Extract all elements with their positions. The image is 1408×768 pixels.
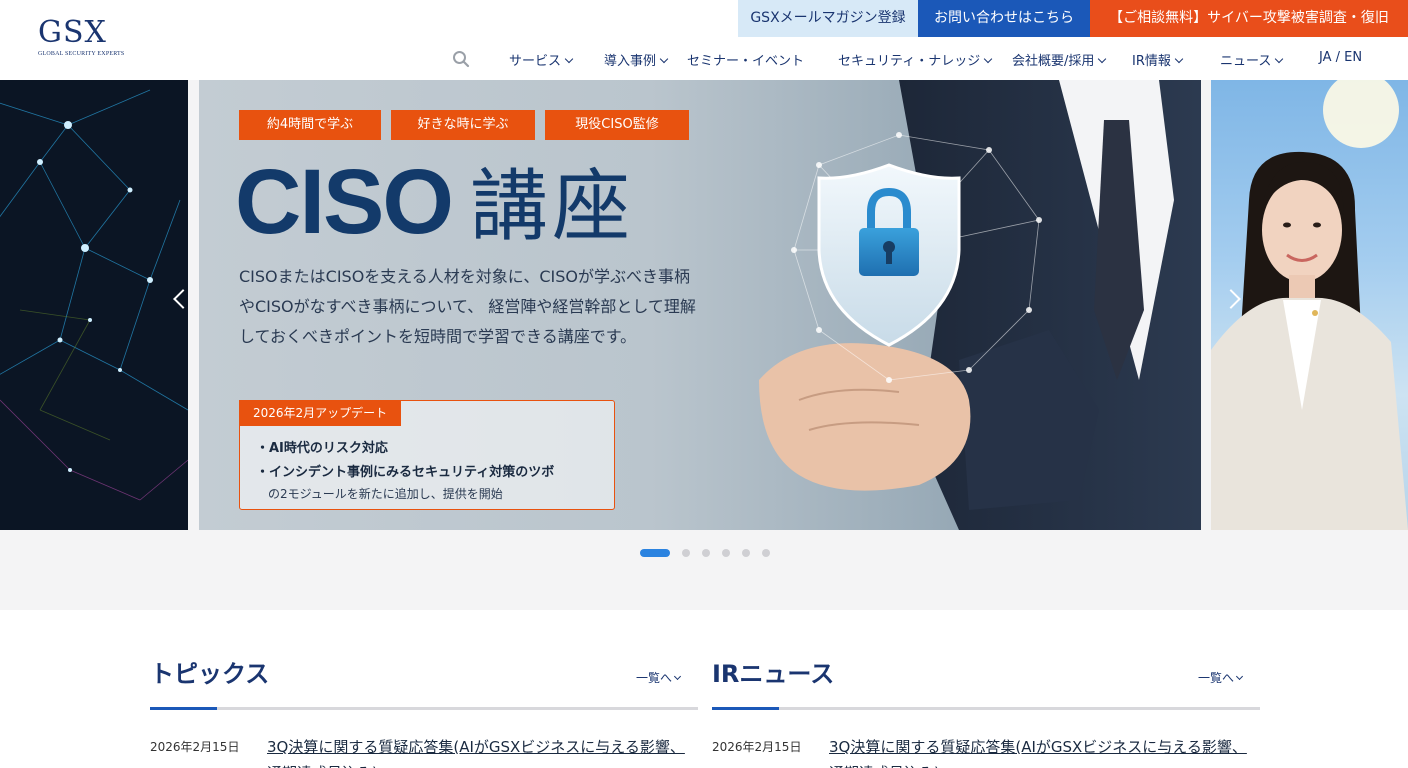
hero-description: CISOまたはCISOを支える人材を対象に、CISOが学ぶべき事柄やCISOがな…: [239, 267, 696, 346]
update-notice: 2026年2月アップデート ・AI時代のリスク対応 ・インシデント事例にみるセキ…: [239, 400, 615, 510]
carousel-dot[interactable]: [722, 549, 730, 557]
site-header: GSX GLOBAL SECURITY EXPERTS GSXメールマガジン登録…: [0, 0, 1408, 80]
network-illustration: [0, 89, 188, 501]
update-note: の2モジュールを新たに追加し、提供を開始: [268, 487, 503, 501]
hero-title: CISO 講座: [235, 152, 634, 256]
carousel-dot-active[interactable]: [640, 549, 670, 557]
nav-news-label: ニュース: [1220, 54, 1272, 69]
hero-title-main: CISO: [235, 151, 454, 253]
hero-badges: 約4時間で学ぶ 好きな時に学ぶ 現役CISO監修: [239, 110, 689, 140]
gsx-logo[interactable]: GSX GLOBAL SECURITY EXPERTS: [38, 15, 125, 64]
badge-supervised: 現役CISO監修: [545, 110, 689, 140]
language-switch[interactable]: JA / EN: [1319, 50, 1362, 65]
logo-subtext: GLOBAL SECURITY EXPERTS: [38, 51, 125, 57]
businesswoman-image: [1211, 80, 1408, 530]
topic-link[interactable]: 3Q決算に関する質疑応答集(AIがGSXビジネスに与える影響、通期達成見込み): [267, 734, 687, 768]
search-icon[interactable]: [452, 50, 470, 68]
nav-company[interactable]: 会社概要/採用: [1012, 50, 1107, 69]
update-tag: 2026年2月アップデート: [239, 400, 402, 426]
nav-services-label: サービス: [509, 54, 562, 69]
carousel-slide-previous[interactable]: [0, 80, 188, 530]
chevron-down-icon: [983, 54, 993, 64]
chevron-down-icon: [1098, 54, 1107, 64]
update-item: ・インシデント事例にみるセキュリティ対策のツボ: [256, 465, 555, 480]
nav-seminar-label: セミナー・イベント: [687, 54, 805, 69]
nav-case-studies-label: 導入事例: [604, 54, 657, 69]
chevron-down-icon: [673, 672, 682, 681]
ir-news-link[interactable]: 3Q決算に関する質疑応答集(AIがGSXビジネスに与える影響、通期達成見込み): [829, 734, 1249, 768]
carousel-dot[interactable]: [762, 549, 770, 557]
nav-knowledge-label: セキュリティ・ナレッジ: [838, 54, 981, 69]
ir-news-date: 2026年2月15日: [712, 740, 802, 754]
carousel-slide-active[interactable]: 約4時間で学ぶ 好きな時に学ぶ 現役CISO監修 CISO 講座 CISOまたはC…: [199, 80, 1201, 530]
topics-view-all-label: 一覧へ: [635, 671, 672, 685]
badge-duration: 約4時間で学ぶ: [239, 110, 381, 140]
chevron-down-icon: [1235, 672, 1244, 681]
logo-wordmark: GSX: [38, 15, 107, 50]
nav-news[interactable]: ニュース: [1220, 50, 1284, 69]
nav-services[interactable]: サービス: [509, 50, 574, 69]
chevron-down-icon: [1275, 54, 1284, 64]
nav-company-label: 会社概要/採用: [1012, 54, 1095, 69]
contact-link[interactable]: お問い合わせはこちら: [918, 0, 1090, 37]
topics-view-all-link[interactable]: 一覧へ: [635, 669, 682, 686]
badge-anytime: 好きな時に学ぶ: [391, 110, 535, 140]
chevron-down-icon: [1174, 54, 1184, 64]
chevron-down-icon: [564, 54, 574, 64]
free-consultation-link[interactable]: 【ご相談無料】サイバー攻撃被害調査・復旧: [1090, 0, 1408, 37]
hero-carousel: 約4時間で学ぶ 好きな時に学ぶ 現役CISO監修 CISO 講座 CISOまたはC…: [0, 80, 1408, 610]
ir-news-view-all-link[interactable]: 一覧へ: [1197, 669, 1244, 686]
nav-knowledge[interactable]: セキュリティ・ナレッジ: [838, 50, 993, 69]
section-divider: [150, 707, 698, 710]
nav-ir[interactable]: IR情報: [1132, 50, 1184, 69]
main-nav: サービス 導入事例 セミナー・イベント セキュリティ・ナレッジ 会社概要/採用 …: [448, 46, 1388, 72]
top-utility-links: GSXメールマガジン登録 お問い合わせはこちら 【ご相談無料】サイバー攻撃被害調…: [738, 0, 1408, 37]
ir-news-section: IRニュース 一覧へ 2026年2月15日 3Q決算に関する質疑応答集(AIがG…: [712, 650, 1260, 768]
nav-case-studies[interactable]: 導入事例: [604, 50, 669, 69]
carousel-dot[interactable]: [682, 549, 690, 557]
nav-seminar[interactable]: セミナー・イベント: [687, 50, 804, 69]
topics-section: トピックス 一覧へ 2026年2月15日 3Q決算に関する質疑応答集(AIがGS…: [150, 650, 698, 768]
ir-news-view-all-label: 一覧へ: [1197, 671, 1234, 685]
topics-title: トピックス: [150, 660, 270, 688]
topic-date: 2026年2月15日: [150, 740, 240, 754]
update-item: ・AI時代のリスク対応: [256, 441, 388, 456]
newsletter-signup-link[interactable]: GSXメールマガジン登録: [738, 0, 918, 37]
chevron-down-icon: [659, 54, 669, 64]
ir-news-title: IRニュース: [712, 660, 835, 688]
hero-title-sub: 講座: [469, 162, 634, 250]
section-divider: [712, 707, 1260, 710]
carousel-dot[interactable]: [702, 549, 710, 557]
carousel-dot[interactable]: [742, 549, 750, 557]
nav-ir-label: IR情報: [1132, 54, 1171, 69]
carousel-slide-next[interactable]: [1211, 80, 1408, 530]
